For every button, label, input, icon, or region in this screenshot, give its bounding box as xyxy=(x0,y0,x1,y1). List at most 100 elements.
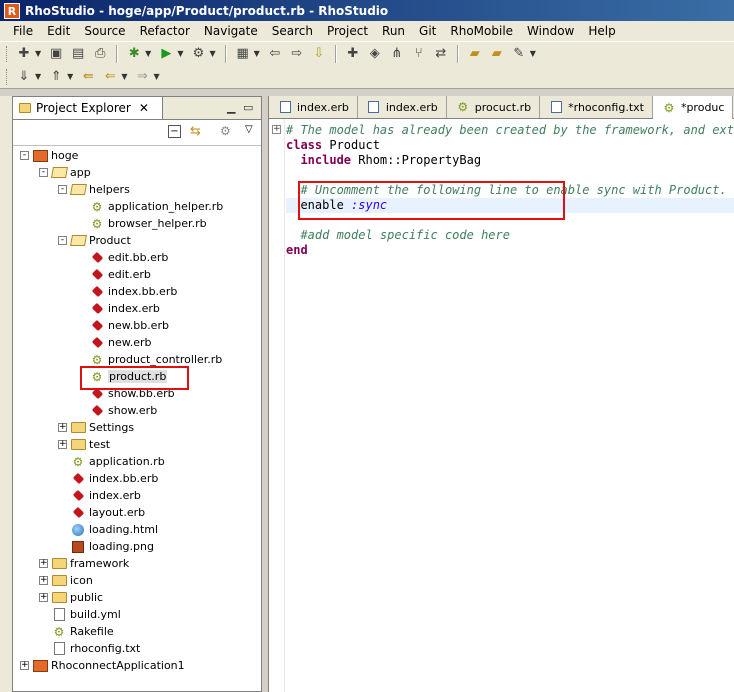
open-console-icon[interactable]: ▦ xyxy=(234,45,252,63)
save-all-icon[interactable]: ▤ xyxy=(69,45,87,63)
previous-annotation-icon[interactable]: ⇑ xyxy=(47,68,65,86)
expand-icon[interactable]: + xyxy=(39,559,48,568)
tree-item[interactable]: rhoconfig.txt xyxy=(39,640,140,657)
editor-tab[interactable]: ⚙ *produc xyxy=(652,96,734,119)
collapse-icon[interactable]: - xyxy=(20,151,29,160)
open-folder-icon[interactable]: ▰ xyxy=(466,45,484,63)
run-dropdown-icon[interactable]: ▼ xyxy=(177,49,183,58)
tree-item[interactable]: loading.html xyxy=(58,521,158,538)
menu-refactor[interactable]: Refactor xyxy=(133,24,197,38)
tree-item[interactable]: + Settings xyxy=(58,419,134,436)
git-merge-icon[interactable]: ⋔ xyxy=(388,45,406,63)
expand-icon[interactable]: + xyxy=(39,593,48,602)
forward-dropdown-icon[interactable]: ▼ xyxy=(153,72,159,81)
editor-tab[interactable]: index.erb xyxy=(269,96,358,118)
toolbar-grip[interactable] xyxy=(6,45,9,62)
expand-icon[interactable]: + xyxy=(58,440,67,449)
collapse-icon[interactable]: - xyxy=(58,185,67,194)
next-annotation-icon[interactable]: ⇓ xyxy=(15,68,33,86)
previous-annotation-dropdown-icon[interactable]: ▼ xyxy=(67,72,73,81)
tree-item[interactable]: - helpers xyxy=(58,181,130,198)
external-tools-dropdown-icon[interactable]: ▼ xyxy=(209,49,215,58)
pencil-icon[interactable]: ✎ xyxy=(510,45,528,63)
tree-item[interactable]: + framework xyxy=(39,555,129,572)
back-dropdown-icon[interactable]: ▼ xyxy=(121,72,127,81)
menu-search[interactable]: Search xyxy=(265,24,320,38)
menu-project[interactable]: Project xyxy=(320,24,375,38)
tree-item[interactable]: new.bb.erb xyxy=(77,317,169,334)
link-with-editor-icon[interactable]: ⇆ xyxy=(190,124,201,139)
tree-item[interactable]: edit.bb.erb xyxy=(77,249,168,266)
git-add-icon[interactable]: ✚ xyxy=(344,45,362,63)
last-edit-location-icon[interactable]: ⇚ xyxy=(79,68,97,86)
open-type-icon[interactable]: ▰ xyxy=(488,45,506,63)
minimize-icon[interactable]: ▁ xyxy=(227,101,235,114)
external-tools-icon[interactable]: ⚙ xyxy=(189,45,207,63)
menu-rhomobile[interactable]: RhoMobile xyxy=(443,24,520,38)
tree-item[interactable]: ⚙ application_helper.rb xyxy=(77,198,224,215)
menu-navigate[interactable]: Navigate xyxy=(197,24,265,38)
tree-item[interactable]: index.erb xyxy=(77,300,160,317)
menu-window[interactable]: Window xyxy=(520,24,581,38)
tree-item[interactable]: show.erb xyxy=(77,402,157,419)
tree-item[interactable]: - hoge xyxy=(20,147,78,164)
tree-item[interactable]: ⚙ application.rb xyxy=(58,453,165,470)
tree-item[interactable]: ⚙ browser_helper.rb xyxy=(77,215,207,232)
menu-help[interactable]: Help xyxy=(581,24,622,38)
menu-run[interactable]: Run xyxy=(375,24,412,38)
editor-tab[interactable]: *rhoconfig.txt xyxy=(540,96,653,118)
menu-source[interactable]: Source xyxy=(77,24,132,38)
tree-item[interactable]: + icon xyxy=(39,572,93,589)
collapse-icon[interactable]: - xyxy=(58,236,67,245)
print-icon[interactable]: ⎙ xyxy=(91,45,109,63)
pencil-dropdown-icon[interactable]: ▼ xyxy=(530,49,536,58)
tree-item[interactable]: index.bb.erb xyxy=(58,470,158,487)
new-icon[interactable]: ✚ xyxy=(15,45,33,63)
tree-item[interactable]: index.bb.erb xyxy=(77,283,177,300)
collapse-all-icon[interactable]: − xyxy=(168,125,181,138)
explorer-tab[interactable]: Project Explorer ✕ xyxy=(13,97,163,119)
expand-icon[interactable]: + xyxy=(58,423,67,432)
save-icon[interactable]: ▣ xyxy=(47,45,65,63)
toolbar-grip[interactable] xyxy=(6,68,9,85)
debug-icon[interactable]: ✱ xyxy=(125,45,143,63)
close-icon[interactable]: ✕ xyxy=(139,101,149,115)
tree-item[interactable]: + RhoconnectApplication1 xyxy=(20,657,185,674)
tree-item[interactable]: - app xyxy=(39,164,91,181)
tree-item[interactable]: - Product xyxy=(58,232,131,249)
tree-item[interactable]: + test xyxy=(58,436,110,453)
next-annotation-dropdown-icon[interactable]: ▼ xyxy=(35,72,41,81)
tree-item[interactable]: layout.erb xyxy=(58,504,145,521)
tree-item[interactable]: index.erb xyxy=(58,487,141,504)
menu-git[interactable]: Git xyxy=(412,24,443,38)
filter-icon[interactable]: ⚙ xyxy=(220,124,231,138)
new-dropdown-icon[interactable]: ▼ xyxy=(35,49,41,58)
git-commit-icon[interactable]: ◈ xyxy=(366,45,384,63)
back-icon[interactable]: ⇐ xyxy=(101,68,119,86)
tree-item[interactable]: new.erb xyxy=(77,334,152,351)
git-push-icon[interactable]: ⇨ xyxy=(288,45,306,63)
debug-dropdown-icon[interactable]: ▼ xyxy=(145,49,151,58)
forward-icon[interactable]: ⇒ xyxy=(133,68,151,86)
editor-tab[interactable]: ⚙ procuct.rb xyxy=(447,96,541,118)
menu-edit[interactable]: Edit xyxy=(40,24,77,38)
view-menu-icon[interactable]: ▽ xyxy=(245,124,253,135)
tree-item[interactable]: loading.png xyxy=(58,538,154,555)
run-icon[interactable]: ▶ xyxy=(157,45,175,63)
menu-file[interactable]: File xyxy=(6,24,40,38)
git-history-icon[interactable]: ⇄ xyxy=(432,45,450,63)
tree-item[interactable]: build.yml xyxy=(39,606,121,623)
editor-tab[interactable]: index.erb xyxy=(358,96,447,118)
git-pull-icon[interactable]: ⇩ xyxy=(310,45,328,63)
git-fetch-icon[interactable]: ⇦ xyxy=(266,45,284,63)
console-dropdown-icon[interactable]: ▼ xyxy=(254,49,260,58)
fold-toggle-icon[interactable]: + xyxy=(272,125,281,134)
tree-item[interactable]: + public xyxy=(39,589,103,606)
expand-icon[interactable]: + xyxy=(39,576,48,585)
tree-item[interactable]: ⚙ Rakefile xyxy=(39,623,114,640)
collapse-icon[interactable]: - xyxy=(39,168,48,177)
maximize-icon[interactable]: ▭ xyxy=(243,101,253,114)
git-branch-icon[interactable]: ⑂ xyxy=(410,45,428,63)
tree-item[interactable]: edit.erb xyxy=(77,266,151,283)
expand-icon[interactable]: + xyxy=(20,661,29,670)
